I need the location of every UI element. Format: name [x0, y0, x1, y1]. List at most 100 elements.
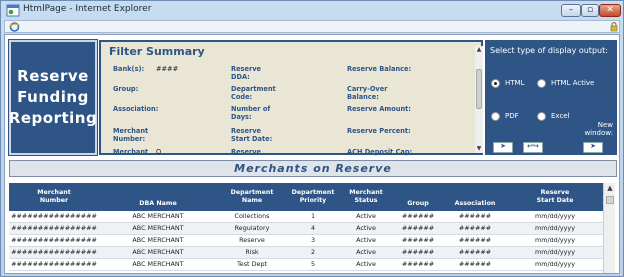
cell-reserve-start-date: mm/dd/yyyy: [535, 248, 575, 256]
cell-merchant-status: Active: [356, 248, 376, 256]
refresh-button[interactable]: ↩↪: [523, 142, 543, 153]
cell-association: ######: [458, 224, 492, 232]
ie-icon[interactable]: [9, 22, 20, 32]
column-header-merchant-status[interactable]: Merchant Status: [339, 183, 393, 211]
cell-reserve-start-date: mm/dd/yyyy: [535, 212, 575, 220]
cell-department-name: Risk: [245, 248, 259, 256]
cell-group: ######: [401, 212, 435, 220]
new-window-button[interactable]: ➤: [583, 142, 603, 153]
run-button[interactable]: ➤: [493, 142, 513, 153]
cell-group: ######: [401, 260, 435, 268]
cell-merchant-status: Active: [356, 236, 376, 244]
filter-label-reserve: Reserve: [231, 148, 261, 156]
radio-label-excel: Excel: [551, 112, 570, 120]
filter-label-reserve-start-date: Reserve Start Date:: [231, 127, 273, 143]
brand-panel: Reserve Funding Reporting: [9, 40, 97, 155]
cell-department-priority: 3: [310, 236, 316, 244]
cell-merchant-number: ################: [11, 260, 97, 268]
cell-reserve-start-date: mm/dd/yyyy: [535, 236, 575, 244]
new-window-icon: ➤: [590, 142, 596, 150]
filter-summary-panel: Filter Summary Bank(s): #### Group: Asso…: [99, 40, 483, 156]
lock-icon: [610, 22, 618, 32]
browser-toolbar: [4, 20, 620, 33]
merchants-banner: Merchants on Reserve: [9, 160, 617, 177]
table-scrollbar[interactable]: ▲: [603, 183, 616, 273]
table-row[interactable]: ################ ABC MERCHANT Regulatory…: [9, 223, 603, 235]
column-header-dba-name[interactable]: DBA Name: [99, 183, 217, 211]
radio-excel[interactable]: [537, 112, 546, 121]
filter-scrollbar[interactable]: ▲ ▼: [475, 46, 483, 153]
cell-reserve-start-date: mm/dd/yyyy: [535, 224, 575, 232]
filter-label-carry-over-balance: Carry-Over Balance:: [347, 85, 388, 101]
cell-department-priority: 2: [310, 248, 316, 256]
minimize-icon: –: [568, 5, 574, 15]
column-header-merchant-number[interactable]: Merchant Number: [9, 183, 99, 211]
cell-association: ######: [458, 212, 492, 220]
cell-department-name: Reserve: [239, 236, 265, 244]
cell-association: ######: [458, 260, 492, 268]
merchants-banner-title: Merchants on Reserve: [234, 162, 392, 175]
cell-department-priority: 5: [310, 260, 316, 268]
cell-dba-name: ABC MERCHANT: [132, 248, 184, 256]
filter-label-banks: Bank(s):: [113, 65, 145, 73]
filter-label-reserve-amount: Reserve Amount:: [347, 105, 411, 113]
cell-merchant-number: ################: [11, 248, 97, 256]
cell-group: ######: [401, 224, 435, 232]
table-scroll-thumb[interactable]: [606, 196, 614, 204]
radio-label-pdf: PDF: [505, 112, 519, 120]
table-row[interactable]: ################ ABC MERCHANT Risk 2 Act…: [9, 247, 603, 259]
filter-label-merchant: Merchant: [113, 148, 149, 156]
filter-label-ach-deposit-cap: ACH Deposit Cap:: [347, 148, 413, 156]
table-row[interactable]: ################ ABC MERCHANT Reserve 3 …: [9, 235, 603, 247]
cell-merchant-number: ################: [11, 236, 97, 244]
filter-value-banks: ####: [156, 65, 179, 73]
display-output-panel: Select type of display output: HTML HTML…: [485, 40, 617, 155]
column-header-association[interactable]: Association: [443, 183, 507, 211]
brand-title: Reserve Funding Reporting: [8, 67, 98, 127]
radio-label-html-active: HTML Active: [551, 79, 595, 87]
filter-label-reserve-percent: Reserve Percent:: [347, 127, 411, 135]
cell-group: ######: [401, 248, 435, 256]
minimize-button[interactable]: –: [561, 4, 581, 17]
table-row[interactable]: ################ ABC MERCHANT Collection…: [9, 211, 603, 223]
close-icon: ✕: [606, 5, 614, 15]
maximize-button[interactable]: ▫: [581, 4, 599, 17]
cell-dba-name: ABC MERCHANT: [132, 260, 184, 268]
cell-group: ######: [401, 236, 435, 244]
column-header-department-priority[interactable]: Department Priority: [287, 183, 339, 211]
cell-department-name: Test Dept: [236, 260, 268, 268]
filter-label-reserve-dda: Reserve DDA:: [231, 65, 261, 81]
close-button[interactable]: ✕: [599, 4, 621, 17]
filter-label-reserve-balance: Reserve Balance:: [347, 65, 412, 73]
ie-page-icon: [6, 4, 20, 17]
radio-pdf[interactable]: [491, 112, 500, 121]
filter-label-merchant-number: Merchant Number:: [113, 127, 149, 143]
browser-window: HtmlPage - Internet Explorer – ▫ ✕ Reser…: [0, 0, 624, 277]
cell-department-name: Regulatory: [234, 224, 270, 232]
column-header-department-name[interactable]: Department Name: [217, 183, 287, 211]
cell-merchant-status: Active: [356, 260, 376, 268]
filter-value-merchant: O: [156, 148, 162, 156]
cell-association: ######: [458, 236, 492, 244]
cell-dba-name: ABC MERCHANT: [132, 236, 184, 244]
cell-dba-name: ABC MERCHANT: [132, 224, 184, 232]
scroll-up-arrow-icon[interactable]: ▲: [475, 46, 483, 54]
page-content: Reserve Funding Reporting Filter Summary…: [4, 34, 620, 274]
cell-association: ######: [458, 248, 492, 256]
filter-label-department-code: Department Code:: [231, 85, 276, 101]
cell-dba-name: ABC MERCHANT: [132, 212, 184, 220]
scroll-up-arrow-icon[interactable]: ▲: [604, 184, 616, 192]
radio-html-active[interactable]: [537, 79, 546, 88]
table-row[interactable]: ################ ABC MERCHANT Test Dept …: [9, 259, 603, 271]
cell-department-priority: 1: [310, 212, 316, 220]
filter-scroll-thumb[interactable]: [476, 69, 482, 109]
filter-summary-title: Filter Summary: [109, 45, 205, 58]
cell-reserve-start-date: mm/dd/yyyy: [535, 260, 575, 268]
window-title: HtmlPage - Internet Explorer: [23, 4, 152, 14]
radio-html[interactable]: [491, 79, 500, 88]
cell-department-name: Collections: [234, 212, 270, 220]
column-header-group[interactable]: Group: [393, 183, 443, 211]
cell-department-priority: 4: [310, 224, 316, 232]
scroll-down-arrow-icon[interactable]: ▼: [475, 145, 483, 153]
column-header-reserve-start-date[interactable]: Reserve Start Date: [507, 183, 603, 211]
